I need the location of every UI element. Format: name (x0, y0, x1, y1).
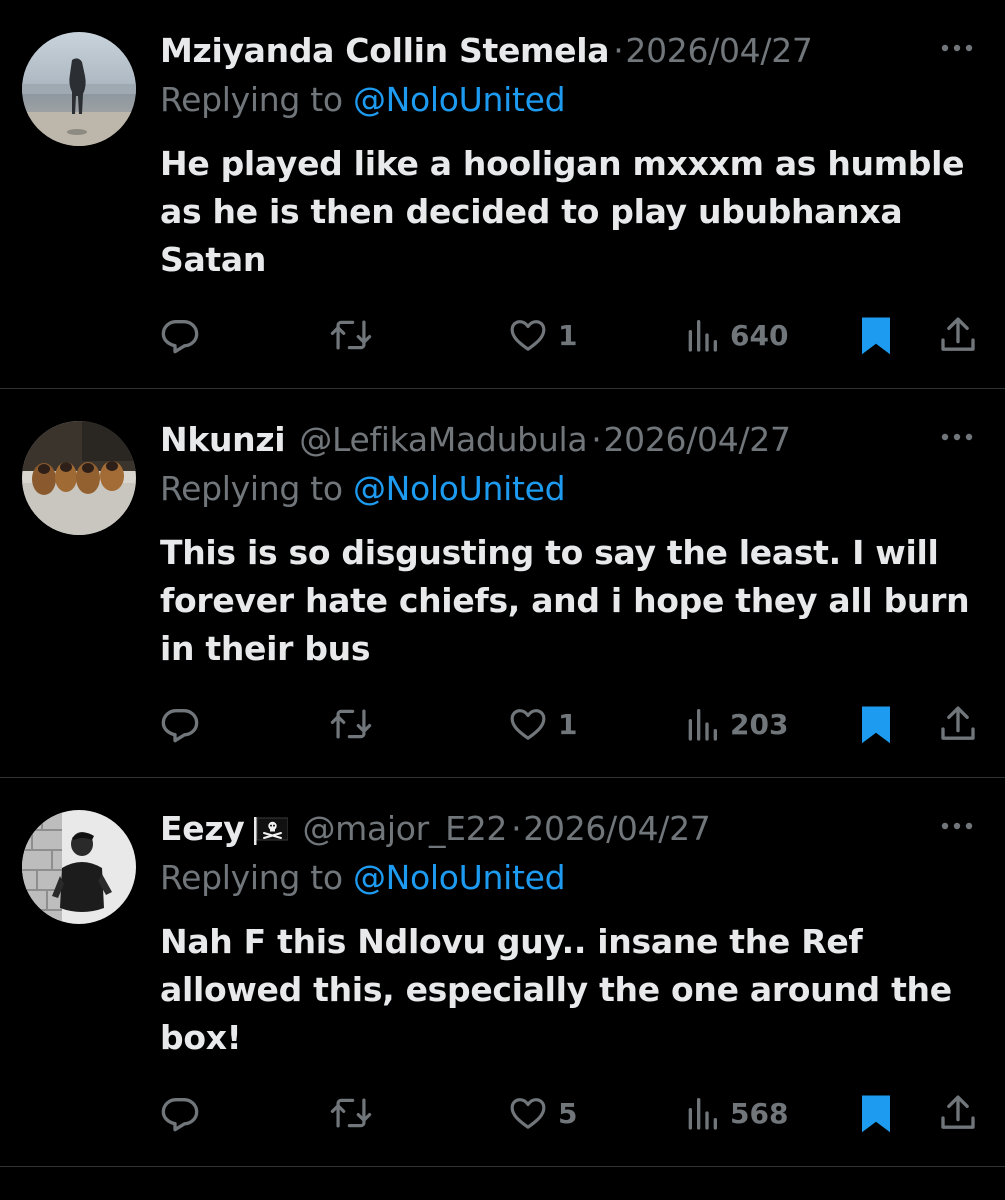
share-button[interactable] (938, 310, 978, 360)
user-handle[interactable]: @major_E22 (302, 809, 507, 848)
share-button[interactable] (938, 699, 978, 749)
like-button[interactable]: 1 (508, 310, 577, 360)
share-button[interactable] (938, 1088, 978, 1138)
view-count: 640 (730, 318, 789, 352)
more-icon[interactable] (939, 820, 975, 832)
repost-icon (330, 1098, 372, 1128)
tweet-header: Mziyanda Collin Stemela · 2026/04/27 (160, 26, 813, 74)
action-bar: 5 568 (0, 1088, 1005, 1138)
repost-icon (330, 320, 372, 350)
bookmark-icon (862, 1095, 890, 1133)
user-handle[interactable]: @LefikaMadubula (299, 420, 587, 459)
tweet-header: Eezy @major_E22 · 2026/04/27 (160, 804, 711, 852)
tweet-text-line: forever hate chiefs, and i hope they all… (160, 581, 970, 620)
tweet-text-line: allowed this, especially the one around … (160, 970, 952, 1009)
tweet-text: He played like a hooligan mxxxm as humbl… (160, 140, 980, 284)
reply-button[interactable] (160, 1088, 200, 1138)
tweet[interactable]: Eezy @major_E22 · 2026/04/27 Replying to… (0, 778, 1005, 1167)
replying-to-label: Replying to (160, 80, 343, 119)
mention-link[interactable]: @NoloUnited (353, 80, 566, 119)
tweet-text-line: Satan (160, 240, 267, 279)
like-count: 1 (558, 318, 578, 352)
share-icon (941, 317, 975, 351)
tweet-text-line: as he is then decided to play ububhanxa (160, 192, 903, 231)
heart-icon (510, 709, 546, 740)
mention-link[interactable]: @NoloUnited (353, 858, 566, 897)
views-icon (688, 709, 717, 741)
reply-button[interactable] (160, 310, 200, 360)
repost-button[interactable] (330, 1088, 372, 1138)
avatar[interactable] (22, 810, 136, 924)
share-icon (941, 706, 975, 740)
view-count: 568 (730, 1096, 789, 1130)
like-count: 1 (558, 707, 578, 741)
reply-icon (161, 1098, 199, 1132)
bookmark-icon (862, 706, 890, 744)
timestamp[interactable]: 2026/04/27 (523, 809, 711, 848)
reply-icon (161, 709, 199, 743)
bookmark-button[interactable] (858, 699, 894, 749)
separator: · (511, 808, 522, 848)
heart-icon (510, 320, 546, 351)
views-icon (688, 320, 717, 352)
display-name[interactable]: Mziyanda Collin Stemela (160, 31, 609, 70)
view-count: 203 (730, 707, 789, 741)
separator: · (613, 30, 624, 70)
bookmark-button[interactable] (858, 310, 894, 360)
like-count: 5 (558, 1096, 578, 1130)
replying-to: Replying to @NoloUnited (160, 858, 566, 897)
tweet-text-line: box! (160, 1018, 242, 1057)
tweet-header: Nkunzi @LefikaMadubula · 2026/04/27 (160, 415, 791, 463)
tweet[interactable]: Mziyanda Collin Stemela · 2026/04/27 Rep… (0, 0, 1005, 389)
mention-link[interactable]: @NoloUnited (353, 469, 566, 508)
views-icon (688, 1098, 717, 1130)
pirate-flag-icon (254, 814, 289, 845)
tweet[interactable]: Nkunzi @LefikaMadubula · 2026/04/27 Repl… (0, 389, 1005, 778)
tweet-text-line: in their bus (160, 629, 371, 668)
display-name[interactable]: Eezy (160, 809, 245, 848)
views-button[interactable]: 203 (684, 699, 788, 749)
tweet-text: Nah F this Ndlovu guy.. insane the Ref a… (160, 918, 980, 1062)
bookmark-icon (862, 317, 890, 355)
repost-button[interactable] (330, 310, 372, 360)
views-button[interactable]: 568 (684, 1088, 788, 1138)
tweet-text: This is so disgusting to say the least. … (160, 529, 980, 673)
replying-to: Replying to @NoloUnited (160, 80, 566, 119)
tweet-text-line: This is so disgusting to say the least. … (160, 533, 939, 572)
action-bar: 1 640 (0, 310, 1005, 360)
separator: · (591, 419, 602, 459)
share-icon (941, 1095, 975, 1129)
timestamp[interactable]: 2026/04/27 (603, 420, 791, 459)
repost-button[interactable] (330, 699, 372, 749)
action-bar: 1 203 (0, 699, 1005, 749)
reply-icon (161, 320, 199, 354)
avatar[interactable] (22, 32, 136, 146)
heart-icon (510, 1098, 546, 1129)
tweet-text-line: He played like a hooligan mxxxm as humbl… (160, 144, 965, 183)
tweet-text-line: Nah F this Ndlovu guy.. insane the Ref (160, 922, 863, 961)
more-icon[interactable] (939, 431, 975, 443)
timestamp[interactable]: 2026/04/27 (625, 31, 813, 70)
replying-to-label: Replying to (160, 469, 343, 508)
avatar[interactable] (22, 421, 136, 535)
replying-to-label: Replying to (160, 858, 343, 897)
bookmark-button[interactable] (858, 1088, 894, 1138)
like-button[interactable]: 5 (508, 1088, 577, 1138)
views-button[interactable]: 640 (684, 310, 788, 360)
display-name[interactable]: Nkunzi (160, 420, 286, 459)
reply-button[interactable] (160, 699, 200, 749)
more-icon[interactable] (939, 42, 975, 54)
like-button[interactable]: 1 (508, 699, 577, 749)
repost-icon (330, 709, 372, 739)
replying-to: Replying to @NoloUnited (160, 469, 566, 508)
